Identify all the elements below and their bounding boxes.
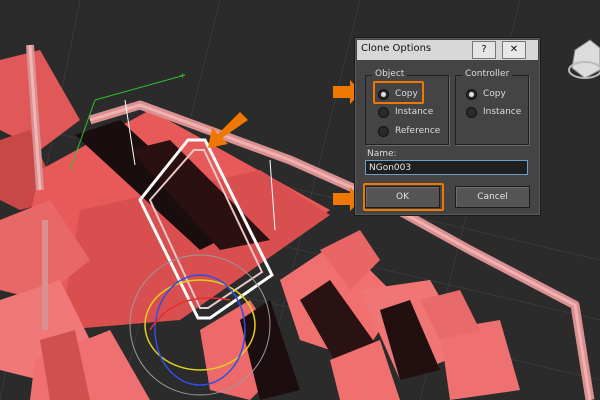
controller-group-label: Controller	[462, 69, 513, 79]
dialog-titlebar[interactable]: Clone Options ? ✕	[357, 40, 538, 60]
name-input[interactable]: NGon003	[365, 160, 528, 175]
name-label: Name:	[367, 149, 397, 159]
controller-instance-label: Instance	[483, 107, 522, 117]
object-reference-label: Reference	[395, 126, 441, 136]
dialog-title: Clone Options	[361, 43, 432, 54]
radio-selected-icon	[378, 88, 389, 100]
controller-group: Controller Copy Instance	[455, 69, 529, 145]
object-group: Object Copy Instance Reference	[365, 69, 449, 145]
controller-copy-radio[interactable]: Copy	[466, 86, 506, 102]
object-copy-label: Copy	[395, 89, 418, 99]
svg-text:+: +	[179, 71, 186, 80]
controller-instance-radio[interactable]: Instance	[466, 104, 521, 120]
ok-button[interactable]: OK	[365, 186, 440, 208]
object-reference-radio[interactable]: Reference	[378, 123, 440, 139]
object-instance-label: Instance	[395, 107, 434, 117]
help-icon[interactable]: ?	[472, 41, 496, 59]
radio-icon	[466, 106, 477, 118]
clone-options-dialog: Clone Options ? ✕ Object Copy Instance R…	[354, 37, 541, 216]
radio-icon	[378, 125, 389, 137]
object-instance-radio[interactable]: Instance	[378, 104, 433, 120]
object-group-label: Object	[372, 69, 408, 79]
radio-selected-icon	[466, 88, 477, 100]
object-copy-radio[interactable]: Copy	[378, 86, 418, 102]
controller-copy-label: Copy	[483, 89, 506, 99]
cancel-button[interactable]: Cancel	[455, 186, 530, 208]
radio-icon	[378, 106, 389, 118]
close-icon[interactable]: ✕	[502, 41, 526, 59]
